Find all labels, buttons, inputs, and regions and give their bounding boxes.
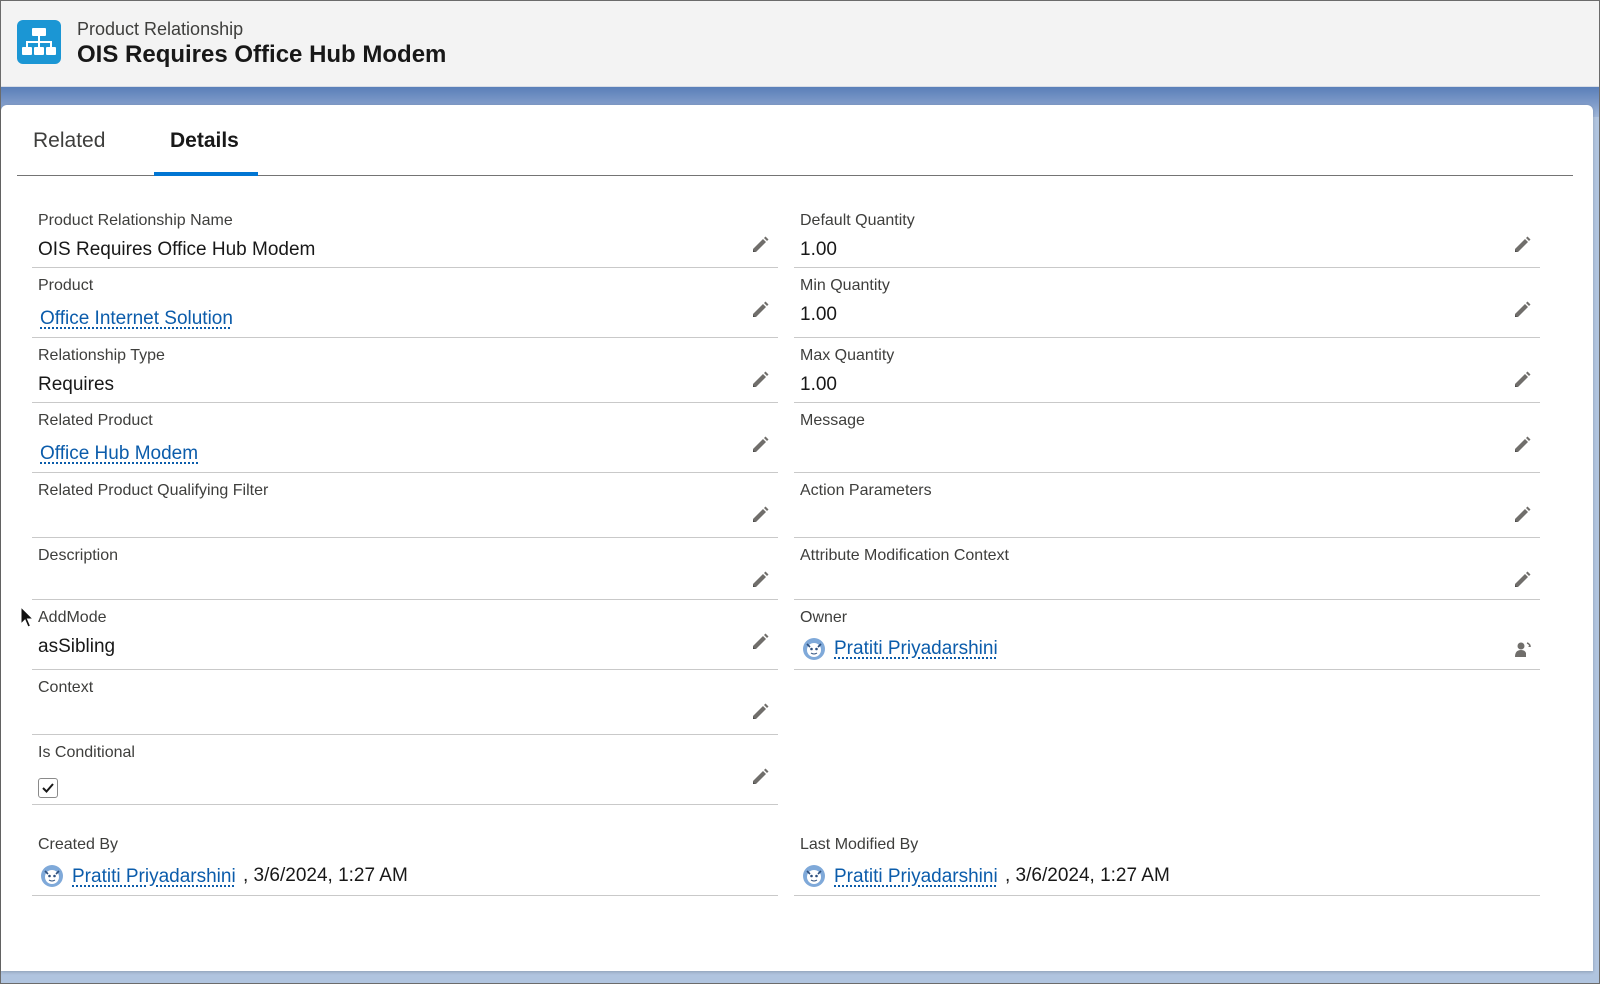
- edit-pencil-icon[interactable]: [1512, 235, 1532, 255]
- field-label: Message: [800, 412, 865, 429]
- field-relationship-type: Relationship Type Requires: [32, 338, 778, 403]
- user-avatar-icon: [41, 865, 63, 887]
- field-owner: Owner Pratiti Priyadarshini: [794, 600, 1540, 670]
- field-description: Description: [32, 538, 778, 600]
- tab-related[interactable]: Related: [33, 129, 105, 176]
- field-product: Product Office Internet Solution: [32, 268, 778, 338]
- field-label: Related Product Qualifying Filter: [38, 482, 269, 499]
- field-label: Product Relationship Name: [38, 212, 233, 229]
- field-related-product-qualifying-filter: Related Product Qualifying Filter: [32, 473, 778, 538]
- owner-user-link[interactable]: Pratiti Priyadarshini: [834, 638, 998, 660]
- field-label: Default Quantity: [800, 212, 915, 229]
- tab-details[interactable]: Details: [170, 129, 239, 176]
- field-label: Min Quantity: [800, 277, 890, 294]
- field-value: 1.00: [800, 304, 837, 325]
- field-created-by: Created By Pratiti Priyadarshini , 3/6/2…: [32, 832, 778, 896]
- field-related-product: Related Product Office Hub Modem: [32, 403, 778, 473]
- tab-bar: Related Details: [17, 105, 1573, 176]
- field-value: Requires: [38, 374, 115, 395]
- field-label: Attribute Modification Context: [800, 547, 1009, 564]
- user-avatar-icon: [803, 638, 825, 660]
- created-timestamp: , 3/6/2024, 1:27 AM: [243, 865, 408, 886]
- product-relationship-icon: [17, 20, 61, 64]
- details-card: Related Details Product Relationship Nam…: [1, 105, 1593, 971]
- edit-pencil-icon[interactable]: [750, 767, 770, 787]
- last-modified-by-user-link[interactable]: Pratiti Priyadarshini: [834, 866, 998, 888]
- edit-pencil-icon[interactable]: [1512, 570, 1532, 590]
- field-label: Description: [38, 547, 119, 564]
- edit-pencil-icon[interactable]: [750, 435, 770, 455]
- edit-pencil-icon[interactable]: [750, 505, 770, 525]
- field-last-modified-by: Last Modified By Pratiti Priyadarshini ,…: [794, 832, 1540, 896]
- field-value: 1.00: [800, 239, 837, 260]
- related-product-link[interactable]: Office Hub Modem: [40, 443, 198, 465]
- product-link[interactable]: Office Internet Solution: [40, 308, 233, 330]
- field-is-conditional: Is Conditional: [32, 735, 778, 805]
- edit-pencil-icon[interactable]: [750, 702, 770, 722]
- mouse-cursor-icon: [20, 606, 35, 628]
- field-label: Relationship Type: [38, 347, 165, 364]
- edit-pencil-icon[interactable]: [750, 370, 770, 390]
- record-header: Product Relationship OIS Requires Office…: [1, 1, 1599, 87]
- field-action-parameters: Action Parameters: [794, 473, 1540, 538]
- field-max-quantity: Max Quantity 1.00: [794, 338, 1540, 403]
- field-label: Owner: [800, 609, 848, 626]
- edit-pencil-icon[interactable]: [750, 570, 770, 590]
- edit-pencil-icon[interactable]: [1512, 505, 1532, 525]
- field-value: 1.00: [800, 374, 837, 395]
- field-label: Product: [38, 277, 94, 294]
- edit-pencil-icon[interactable]: [750, 632, 770, 652]
- checkmark-icon: [42, 783, 54, 793]
- field-label: Action Parameters: [800, 482, 932, 499]
- last-modified-timestamp: , 3/6/2024, 1:27 AM: [1005, 865, 1170, 886]
- user-avatar-icon: [803, 865, 825, 887]
- field-addmode: AddMode asSibling: [32, 600, 778, 670]
- edit-pencil-icon[interactable]: [1512, 435, 1532, 455]
- edit-pencil-icon[interactable]: [750, 235, 770, 255]
- field-min-quantity: Min Quantity 1.00: [794, 268, 1540, 338]
- edit-pencil-icon[interactable]: [1512, 300, 1532, 320]
- edit-pencil-icon[interactable]: [1512, 370, 1532, 390]
- field-label: Related Product: [38, 412, 153, 429]
- field-label: Is Conditional: [38, 744, 135, 761]
- created-by-user-link[interactable]: Pratiti Priyadarshini: [72, 866, 236, 888]
- field-attribute-modification-context: Attribute Modification Context: [794, 538, 1540, 600]
- field-label: Last Modified By: [800, 836, 919, 853]
- edit-pencil-icon[interactable]: [750, 300, 770, 320]
- field-context: Context: [32, 670, 778, 735]
- active-tab-indicator: [154, 172, 258, 176]
- field-product-relationship-name: Product Relationship Name OIS Requires Of…: [32, 203, 778, 268]
- change-owner-icon[interactable]: [1512, 639, 1532, 659]
- field-message: Message: [794, 403, 1540, 473]
- field-label: Context: [38, 679, 94, 696]
- field-label: Max Quantity: [800, 347, 895, 364]
- field-value: OIS Requires Office Hub Modem: [38, 239, 316, 260]
- field-value: asSibling: [38, 636, 116, 657]
- field-default-quantity: Default Quantity 1.00: [794, 203, 1540, 268]
- object-type-label: Product Relationship: [77, 19, 244, 39]
- field-label: AddMode: [38, 609, 107, 626]
- is-conditional-checkbox: [38, 778, 58, 798]
- field-label: Created By: [38, 836, 119, 853]
- page-title: OIS Requires Office Hub Modem: [77, 41, 447, 68]
